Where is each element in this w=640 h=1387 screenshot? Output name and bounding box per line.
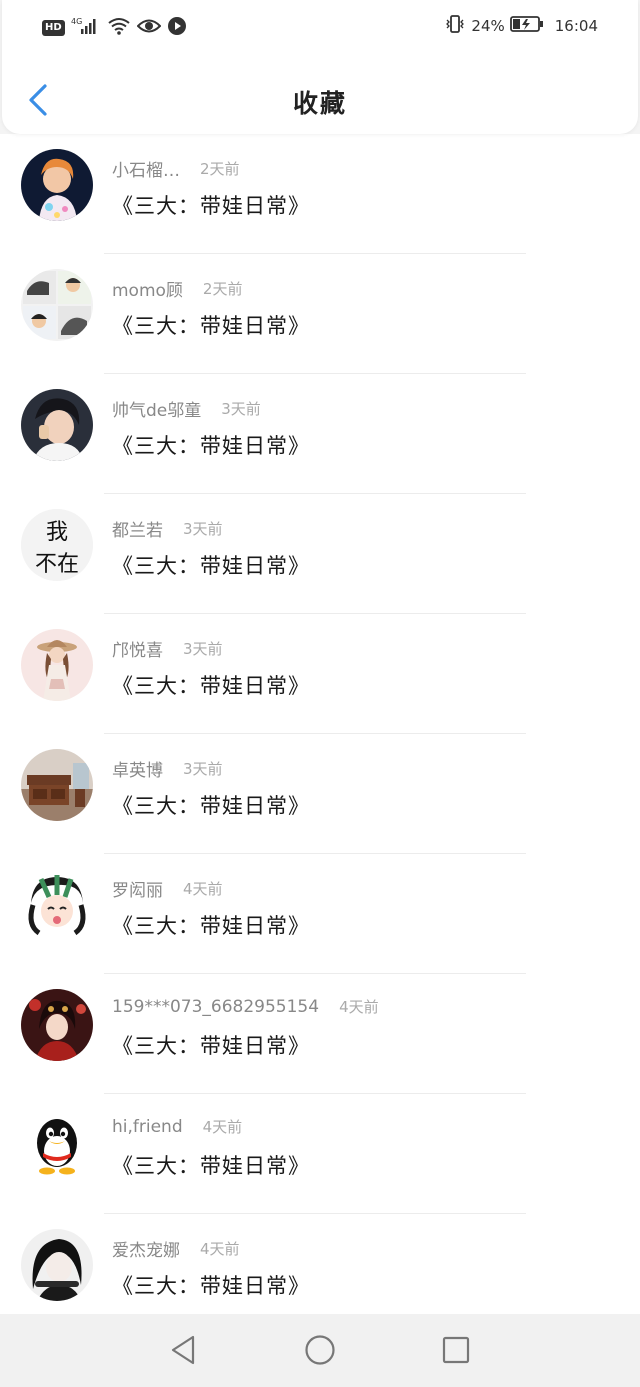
time-ago: 3天前 [183,760,223,778]
status-right: 24% 16:04 [444,14,598,38]
item-meta: hi,friend 4天前 [112,1116,242,1137]
hd-badge: HD [42,20,65,36]
list-item[interactable]: 159***073_6682955154 4天前 《三大：带娃日常》 [0,974,640,1094]
item-title: 《三大：带娃日常》 [112,794,310,818]
avatar-text-line: 不在 [35,552,79,577]
battery-percent: 24% [471,17,505,35]
circle-home-icon [305,1335,335,1365]
list-item[interactable]: hi,friend 4天前 《三大：带娃日常》 [0,1094,640,1214]
time-ago: 4天前 [183,880,223,898]
list-item[interactable]: 罗闳丽 4天前 《三大：带娃日常》 [0,854,640,974]
page-title: 收藏 [292,89,347,118]
header: HD 4G 24% 16:04 收藏 [2,0,638,134]
nav-home-button[interactable] [302,1332,338,1368]
vibrate-icon [444,14,466,38]
list-item[interactable]: 帅气de邬童 3天前 《三大：带娃日常》 [0,374,640,494]
nav-bar: 收藏 [2,70,638,134]
network-type: 4G [71,17,82,26]
list-item[interactable]: momo顾 2天前 《三大：带娃日常》 [0,254,640,374]
list-item[interactable]: 邝悦喜 3天前 《三大：带娃日常》 [0,614,640,734]
author-name: 159***073_6682955154 [112,996,320,1017]
author-name: 都兰若 [112,521,163,541]
item-meta: 爱杰宠娜 4天前 [112,1236,240,1261]
battery-icon [509,14,544,38]
time-ago: 4天前 [339,998,379,1016]
item-title: 《三大：带娃日常》 [112,1034,310,1058]
author-name: momo顾 [112,281,183,301]
item-meta: 都兰若 3天前 [112,516,223,541]
nav-back-button[interactable] [165,1332,201,1368]
avatar-text-line: 我 [46,520,68,545]
item-title: 《三大：带娃日常》 [112,194,310,218]
avatar[interactable] [21,1109,93,1181]
author-name: 小石榴… [112,161,180,181]
item-meta: 小石榴… 2天前 [112,156,240,181]
signal-icon: 4G [71,16,101,40]
favorites-list: 小石榴… 2天前 《三大：带娃日常》 momo顾 2天前 《三大：带娃日常》 帅… [0,134,640,1314]
penguin-icon [21,1109,93,1181]
author-name: hi,friend [112,1116,183,1137]
list-item[interactable]: 爱杰宠娜 4天前 《三大：带娃日常》 [0,1214,640,1314]
author-name: 邝悦喜 [112,641,163,661]
time-ago: 3天前 [183,640,223,658]
avatar[interactable] [21,149,93,221]
item-title: 《三大：带娃日常》 [112,554,310,578]
play-icon [167,16,187,40]
clock: 16:04 [554,17,598,35]
author-name: 帅气de邬童 [112,401,202,421]
avatar[interactable]: 我 不在 [21,509,93,581]
avatar[interactable] [21,269,93,341]
item-title: 《三大：带娃日常》 [112,1154,310,1178]
time-ago: 3天前 [183,520,223,538]
status-bar: HD 4G 24% 16:04 [2,0,638,56]
author-name: 卓英博 [112,761,163,781]
avatar[interactable] [21,389,93,461]
avatar[interactable] [21,989,93,1061]
eye-icon [136,17,162,39]
author-name: 爱杰宠娜 [112,1241,180,1261]
author-name: 罗闳丽 [112,881,163,901]
list-item[interactable]: 我 不在 都兰若 3天前 《三大：带娃日常》 [0,494,640,614]
item-meta: 邝悦喜 3天前 [112,636,223,661]
avatar[interactable] [21,749,93,821]
square-recents-icon [442,1336,470,1364]
item-title: 《三大：带娃日常》 [112,1274,310,1298]
list-item[interactable]: 卓英博 3天前 《三大：带娃日常》 [0,734,640,854]
item-title: 《三大：带娃日常》 [112,674,310,698]
item-meta: 卓英博 3天前 [112,756,223,781]
time-ago: 2天前 [202,280,243,298]
item-meta: 帅气de邬童 3天前 [112,396,261,421]
item-title: 《三大：带娃日常》 [112,914,310,938]
avatar[interactable] [21,869,93,941]
item-title: 《三大：带娃日常》 [112,314,310,338]
avatar[interactable] [21,629,93,701]
wifi-icon [107,16,131,40]
list-item[interactable]: 小石榴… 2天前 《三大：带娃日常》 [0,134,640,254]
avatar[interactable] [21,1229,93,1301]
status-left: HD 4G [42,16,187,40]
time-ago: 3天前 [221,400,261,418]
triangle-back-icon [171,1335,195,1365]
nav-recents-button[interactable] [438,1332,474,1368]
time-ago: 4天前 [202,1118,243,1136]
system-nav-bar [0,1314,640,1387]
item-meta: 罗闳丽 4天前 [112,876,223,901]
time-ago: 4天前 [200,1240,240,1258]
item-title: 《三大：带娃日常》 [112,434,310,458]
item-meta: 159***073_6682955154 4天前 [112,996,379,1017]
item-meta: momo顾 2天前 [112,276,242,301]
time-ago: 2天前 [200,160,240,178]
